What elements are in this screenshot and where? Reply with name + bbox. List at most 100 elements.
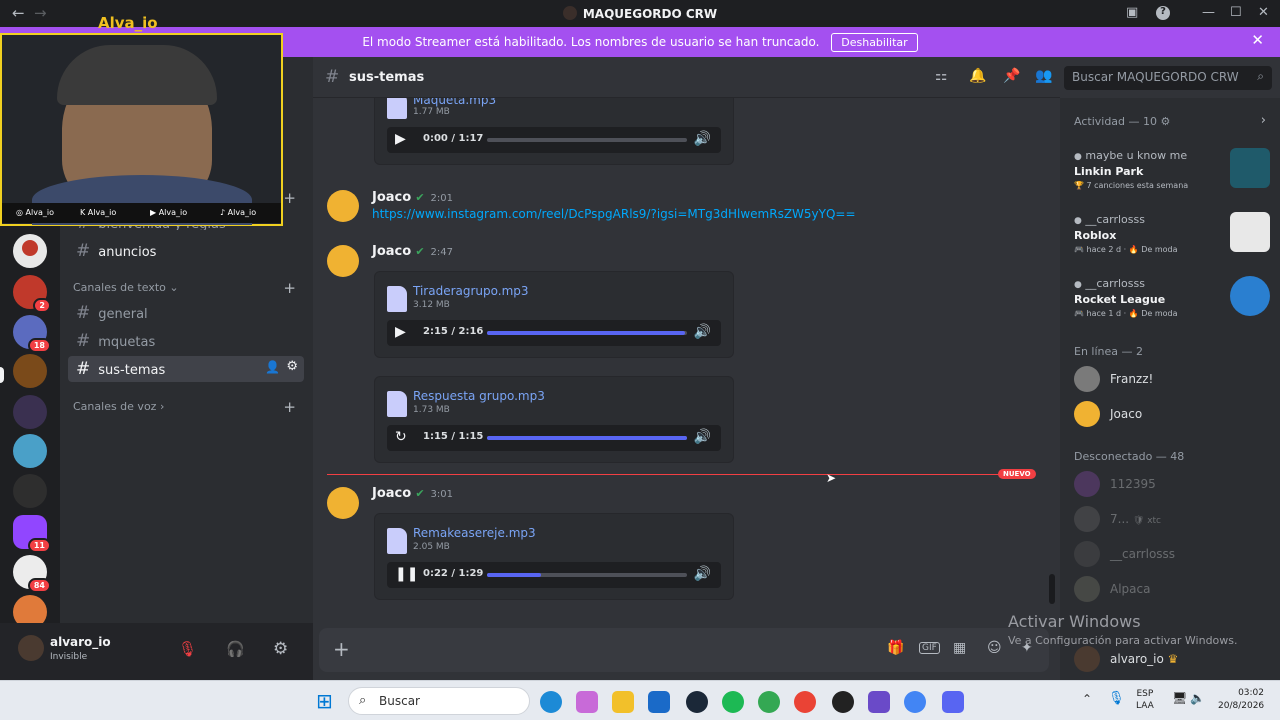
category-voice-channels[interactable]: Canales de voz ›: [73, 400, 164, 413]
author-name[interactable]: Joaco: [372, 244, 411, 259]
file-name[interactable]: Maqueta.mp3: [413, 98, 496, 107]
message-link[interactable]: https://www.instagram.com/reel/DcPspgARl…: [372, 207, 856, 221]
taskbar-search-input[interactable]: ⌕ Buscar: [348, 687, 530, 715]
emoji-icon[interactable]: ☺: [987, 640, 1002, 656]
language-indicator[interactable]: ESP LAA: [1136, 688, 1154, 712]
online-header: En línea — 2: [1074, 345, 1144, 358]
inbox-icon[interactable]: ▣: [1126, 5, 1138, 20]
volume-icon[interactable]: 🔊: [694, 324, 711, 340]
message-header: Joaco ✔ 2:47: [372, 244, 453, 259]
seek-bar[interactable]: [487, 436, 687, 440]
help-icon[interactable]: ?: [1156, 6, 1170, 20]
chrome-icon[interactable]: [904, 691, 926, 713]
activity-card[interactable]: ● __carrlosss Rocket League 🎮 hace 1 d ·…: [1068, 274, 1270, 334]
network-icon[interactable]: 🖥: [1172, 691, 1187, 705]
kick-icon: K Alva_io: [80, 208, 117, 217]
chrome-icon[interactable]: [758, 691, 780, 713]
minimize-icon[interactable]: —: [1202, 5, 1215, 20]
audio-player: ↻ 1:15 / 1:15 🔊: [387, 425, 721, 451]
seek-bar[interactable]: [487, 573, 687, 577]
audio-file-icon: [387, 391, 407, 417]
album-art: [1230, 148, 1270, 188]
pause-icon[interactable]: ❚❚: [395, 566, 418, 582]
copilot-icon[interactable]: [576, 691, 598, 713]
chevron-up-icon[interactable]: ⌃: [1082, 692, 1092, 706]
channel-item-anuncios[interactable]: # anuncios: [68, 238, 304, 264]
search-input[interactable]: Buscar MAQUEGORDO CRW ⌕: [1064, 66, 1272, 90]
gif-icon[interactable]: GIF: [919, 642, 940, 654]
discord-icon[interactable]: [942, 691, 964, 713]
volume-icon[interactable]: 🔊: [694, 131, 711, 147]
server-icon[interactable]: [13, 474, 47, 508]
mic-icon[interactable]: 🎙: [1108, 691, 1125, 706]
disable-streamer-button[interactable]: Deshabilitar: [831, 33, 918, 52]
obs-icon[interactable]: [832, 691, 854, 713]
file-name[interactable]: Respuesta grupo.mp3: [413, 389, 545, 403]
clock[interactable]: 03:02 20/8/2026: [1218, 687, 1264, 713]
replay-icon[interactable]: ↻: [395, 429, 407, 445]
server-icon[interactable]: 84: [13, 555, 51, 593]
volume-icon[interactable]: 🔊: [694, 566, 711, 582]
server-icon[interactable]: [13, 434, 47, 468]
mic-muted-icon[interactable]: 🎙: [178, 640, 197, 658]
server-icon[interactable]: 18: [13, 315, 51, 353]
headphones-deafened-icon[interactable]: 🎧: [226, 640, 245, 658]
server-icon[interactable]: [13, 395, 47, 429]
bell-icon[interactable]: 🔔: [969, 68, 986, 84]
add-icon[interactable]: +: [283, 189, 296, 207]
activity-user: ● maybe u know me: [1074, 149, 1188, 162]
channel-item-general[interactable]: # general: [68, 300, 304, 326]
close-window-icon[interactable]: ✕: [1258, 5, 1269, 20]
add-attachment-icon[interactable]: +: [333, 637, 350, 661]
close-icon[interactable]: ✕: [1251, 31, 1264, 49]
seek-bar[interactable]: [487, 331, 687, 335]
file-name[interactable]: Tiraderagrupo.mp3: [413, 284, 529, 298]
members-icon[interactable]: 👥: [1035, 68, 1052, 84]
audio-player: ▶ 2:15 / 2:16 🔊: [387, 320, 721, 346]
avatar[interactable]: [327, 487, 359, 519]
maximize-icon[interactable]: ☐: [1230, 5, 1242, 20]
play-icon[interactable]: ▶: [395, 131, 406, 147]
steam-icon[interactable]: [686, 691, 708, 713]
twitch-server-icon[interactable]: 11: [13, 515, 51, 553]
spotify-icon[interactable]: [722, 691, 744, 713]
roblox-logo: [1230, 212, 1270, 252]
gear-icon[interactable]: ⚙: [286, 359, 298, 374]
seek-bar[interactable]: [487, 138, 687, 142]
avatar: [1074, 401, 1100, 427]
activity-card[interactable]: ● __carrlosss Roblox 🎮 hace 2 d · 🔥 De m…: [1068, 210, 1270, 270]
volume-icon[interactable]: 🔈: [1190, 691, 1205, 705]
volume-icon[interactable]: 🔊: [694, 429, 711, 445]
add-channel-icon[interactable]: +: [283, 279, 296, 297]
sticker-icon[interactable]: ▦: [953, 640, 966, 656]
play-icon[interactable]: ▶: [395, 324, 406, 340]
avatar[interactable]: [18, 635, 44, 661]
author-name[interactable]: Joaco: [372, 190, 411, 205]
invite-icon[interactable]: 👤: [265, 360, 280, 374]
scrollbar[interactable]: [1049, 574, 1055, 604]
avatar[interactable]: [327, 190, 359, 222]
server-icon[interactable]: [13, 234, 47, 268]
message-composer[interactable]: + 🎁 GIF ▦ ☺ ✦: [319, 628, 1049, 672]
threads-icon[interactable]: ⚏: [935, 68, 948, 84]
category-text-channels[interactable]: Canales de texto ⌄: [73, 281, 179, 294]
author-name[interactable]: Joaco: [372, 486, 411, 501]
server-icon[interactable]: [13, 354, 47, 388]
file-explorer-icon[interactable]: [612, 691, 634, 713]
store-icon[interactable]: [648, 691, 670, 713]
settings-gear-icon[interactable]: ⚙: [273, 639, 288, 659]
avatar[interactable]: [327, 245, 359, 277]
server-icon[interactable]: 2: [13, 275, 51, 313]
chevron-right-icon[interactable]: ›: [1261, 113, 1266, 128]
edge-icon[interactable]: [540, 691, 562, 713]
activity-card[interactable]: ● maybe u know me Linkin Park 🏆 7 cancio…: [1068, 146, 1270, 206]
chrome-icon[interactable]: [794, 691, 816, 713]
channel-item-sus-temas[interactable]: # sus-temas 👤 ⚙: [68, 356, 304, 382]
gift-icon[interactable]: 🎁: [887, 640, 904, 656]
file-name[interactable]: Remakeasereje.mp3: [413, 526, 536, 540]
app-icon[interactable]: [868, 691, 890, 713]
add-voice-channel-icon[interactable]: +: [283, 398, 296, 416]
windows-start-icon[interactable]: ⊞: [316, 689, 333, 713]
pin-icon[interactable]: 📌: [1003, 68, 1020, 84]
channel-item-mquetas[interactable]: # mquetas: [68, 328, 304, 354]
